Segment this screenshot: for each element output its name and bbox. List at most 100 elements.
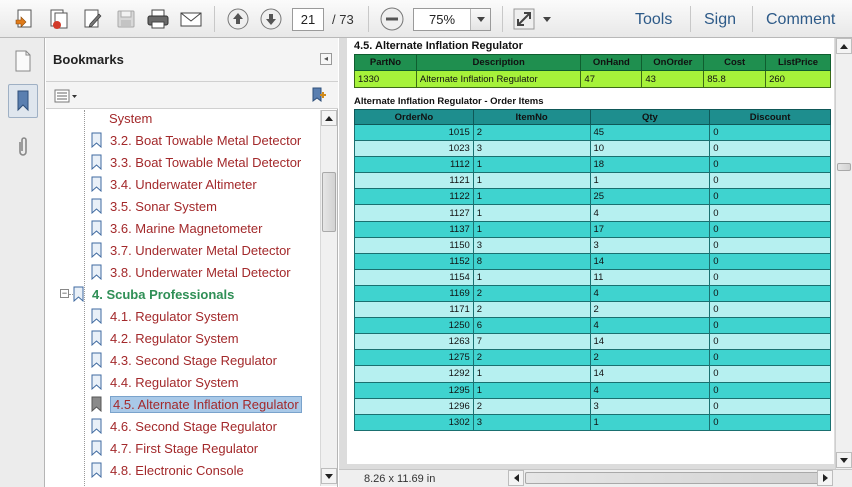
bookmark-item[interactable]: 4.2. Regulator System [90, 328, 239, 348]
table-cell: 1 [472, 220, 591, 238]
order-items-table: OrderNo ItemNo Qty Discount 1015 2 45 0 1023… [354, 109, 831, 431]
edit-document-icon[interactable] [80, 6, 106, 32]
table-cell: 0 [709, 284, 831, 303]
bookmark-icon [90, 330, 104, 346]
table-row: 1169 2 4 0 [354, 284, 831, 303]
table-cell: 1 [472, 381, 591, 399]
tools-button[interactable]: Tools [635, 11, 672, 29]
table-row: 1112 1 18 0 [354, 156, 831, 174]
zoom-out-icon[interactable] [379, 6, 405, 32]
fullscreen-icon[interactable] [511, 6, 537, 32]
bookmark-item[interactable]: 3.6. Marine Magnetometer [90, 218, 262, 238]
bookmark-section[interactable]: 4. Scuba Professionals [72, 284, 234, 304]
previous-page-icon[interactable] [225, 6, 251, 32]
bookmark-item[interactable]: 4.3. Second Stage Regulator [90, 350, 277, 370]
bookmark-item[interactable]: 4.6. Second Stage Regulator [90, 416, 277, 436]
table-cell: 1154 [354, 268, 474, 286]
collapse-toggle[interactable]: − [60, 289, 69, 298]
bookmark-item[interactable]: 4.7. First Stage Regulator [90, 438, 258, 458]
table-cell: 25 [589, 188, 711, 206]
scrollbar-thumb[interactable] [837, 163, 851, 171]
bookmark-item-selected[interactable]: 4.5. Alternate Inflation Regulator [90, 394, 302, 414]
table-row: 1122 1 25 0 [354, 188, 831, 206]
table-row: 1302 3 1 0 [354, 413, 831, 431]
bookmark-item[interactable]: 3.2. Boat Towable Metal Detector [90, 130, 301, 150]
scroll-down-icon[interactable] [321, 468, 337, 484]
table-row: 1295 1 4 0 [354, 381, 831, 399]
table-cell: 14 [589, 252, 711, 270]
bookmark-icon [90, 374, 104, 390]
bookmark-icon [90, 132, 104, 148]
column-header: Description [415, 54, 582, 71]
zoom-select[interactable]: 75% [413, 8, 491, 31]
create-pdf-icon[interactable] [12, 6, 38, 32]
column-header: OnHand [580, 54, 643, 71]
scroll-down-icon[interactable] [836, 452, 852, 468]
main-toolbar: 21 / 73 75% Tools Sign Comment [0, 0, 852, 38]
document-vertical-scrollbar[interactable] [835, 38, 852, 469]
table-cell: 7 [472, 333, 591, 351]
scroll-right-icon[interactable] [817, 470, 833, 486]
bookmarks-tree: System 3.2. Boat Towable Metal Detector … [46, 110, 320, 486]
table-cell: 1302 [354, 413, 474, 431]
bookmark-item[interactable]: 4.4. Regulator System [90, 372, 239, 392]
column-header: OrderNo [354, 109, 474, 125]
scroll-up-icon[interactable] [321, 110, 337, 126]
table-row: 1152 8 14 0 [354, 252, 831, 270]
combine-files-icon[interactable] [46, 6, 72, 32]
table-cell: 2 [472, 349, 591, 367]
collapse-panel-icon[interactable]: ◂ [320, 53, 332, 65]
comment-button[interactable]: Comment [766, 11, 835, 29]
table-cell: 4 [589, 284, 711, 303]
attachments-icon[interactable] [8, 130, 38, 164]
bookmarks-scrollbar[interactable] [320, 110, 337, 486]
bookmark-item[interactable]: System [109, 110, 152, 128]
options-menu-icon[interactable] [54, 87, 80, 104]
page-thumbnails-icon[interactable] [8, 44, 38, 78]
page-number-input[interactable]: 21 [292, 8, 324, 31]
expand-bookmark-icon[interactable] [310, 86, 328, 107]
table-cell: 1275 [354, 349, 474, 367]
bookmark-item[interactable]: 4.1. Regulator System [90, 306, 239, 326]
table-cell: 2 [589, 301, 711, 319]
bookmark-item[interactable]: 3.4. Underwater Altimeter [90, 174, 257, 194]
bookmarks-panel-icon[interactable] [8, 84, 38, 118]
scrollbar-thumb[interactable] [322, 172, 336, 232]
bookmark-item[interactable]: 3.7. Underwater Metal Detector [90, 240, 291, 260]
save-icon[interactable] [113, 6, 139, 32]
horizontal-scrollbar-thumb[interactable] [525, 472, 821, 484]
bookmark-icon [90, 396, 104, 412]
print-icon[interactable] [145, 6, 171, 32]
scroll-up-icon[interactable] [836, 38, 852, 54]
chevron-down-icon[interactable] [540, 6, 554, 32]
table-cell: 0 [709, 333, 831, 351]
table-cell: 10 [589, 140, 711, 158]
email-icon[interactable] [178, 6, 204, 32]
table-cell: 1263 [354, 333, 474, 351]
sign-button[interactable]: Sign [704, 11, 736, 29]
bookmark-icon [90, 462, 104, 478]
bookmark-item[interactable]: 3.8. Underwater Metal Detector [90, 262, 291, 282]
table-cell: 3 [472, 236, 591, 254]
scroll-left-icon[interactable] [508, 470, 524, 486]
bookmark-icon [72, 286, 86, 302]
table-row: 1150 3 3 0 [354, 236, 831, 254]
table-cell: 0 [709, 397, 831, 415]
chevron-down-icon[interactable] [470, 9, 490, 30]
table-cell: 2 [472, 284, 591, 303]
table-row: 1015 2 45 0 [354, 123, 831, 142]
table-cell: 85.8 [703, 70, 767, 88]
bookmark-item[interactable]: 3.5. Sonar System [90, 196, 217, 216]
table-cell: 1112 [354, 156, 474, 174]
column-header: ItemNo [472, 109, 591, 125]
table-cell: 18 [589, 156, 711, 174]
total-pages-label: / 73 [332, 12, 354, 27]
bookmark-item[interactable]: 3.3. Boat Towable Metal Detector [90, 152, 301, 172]
order-items-header: OrderNo ItemNo Qty Discount [354, 109, 831, 125]
table-cell: 45 [589, 123, 711, 142]
document-viewer: 4.5. Alternate Inflation Regulator PartN… [339, 38, 852, 487]
bookmark-item[interactable]: 4.8. Electronic Console [90, 460, 244, 480]
table-cell: 14 [589, 365, 711, 383]
next-page-icon[interactable] [258, 6, 284, 32]
table-cell: 3 [472, 140, 591, 158]
